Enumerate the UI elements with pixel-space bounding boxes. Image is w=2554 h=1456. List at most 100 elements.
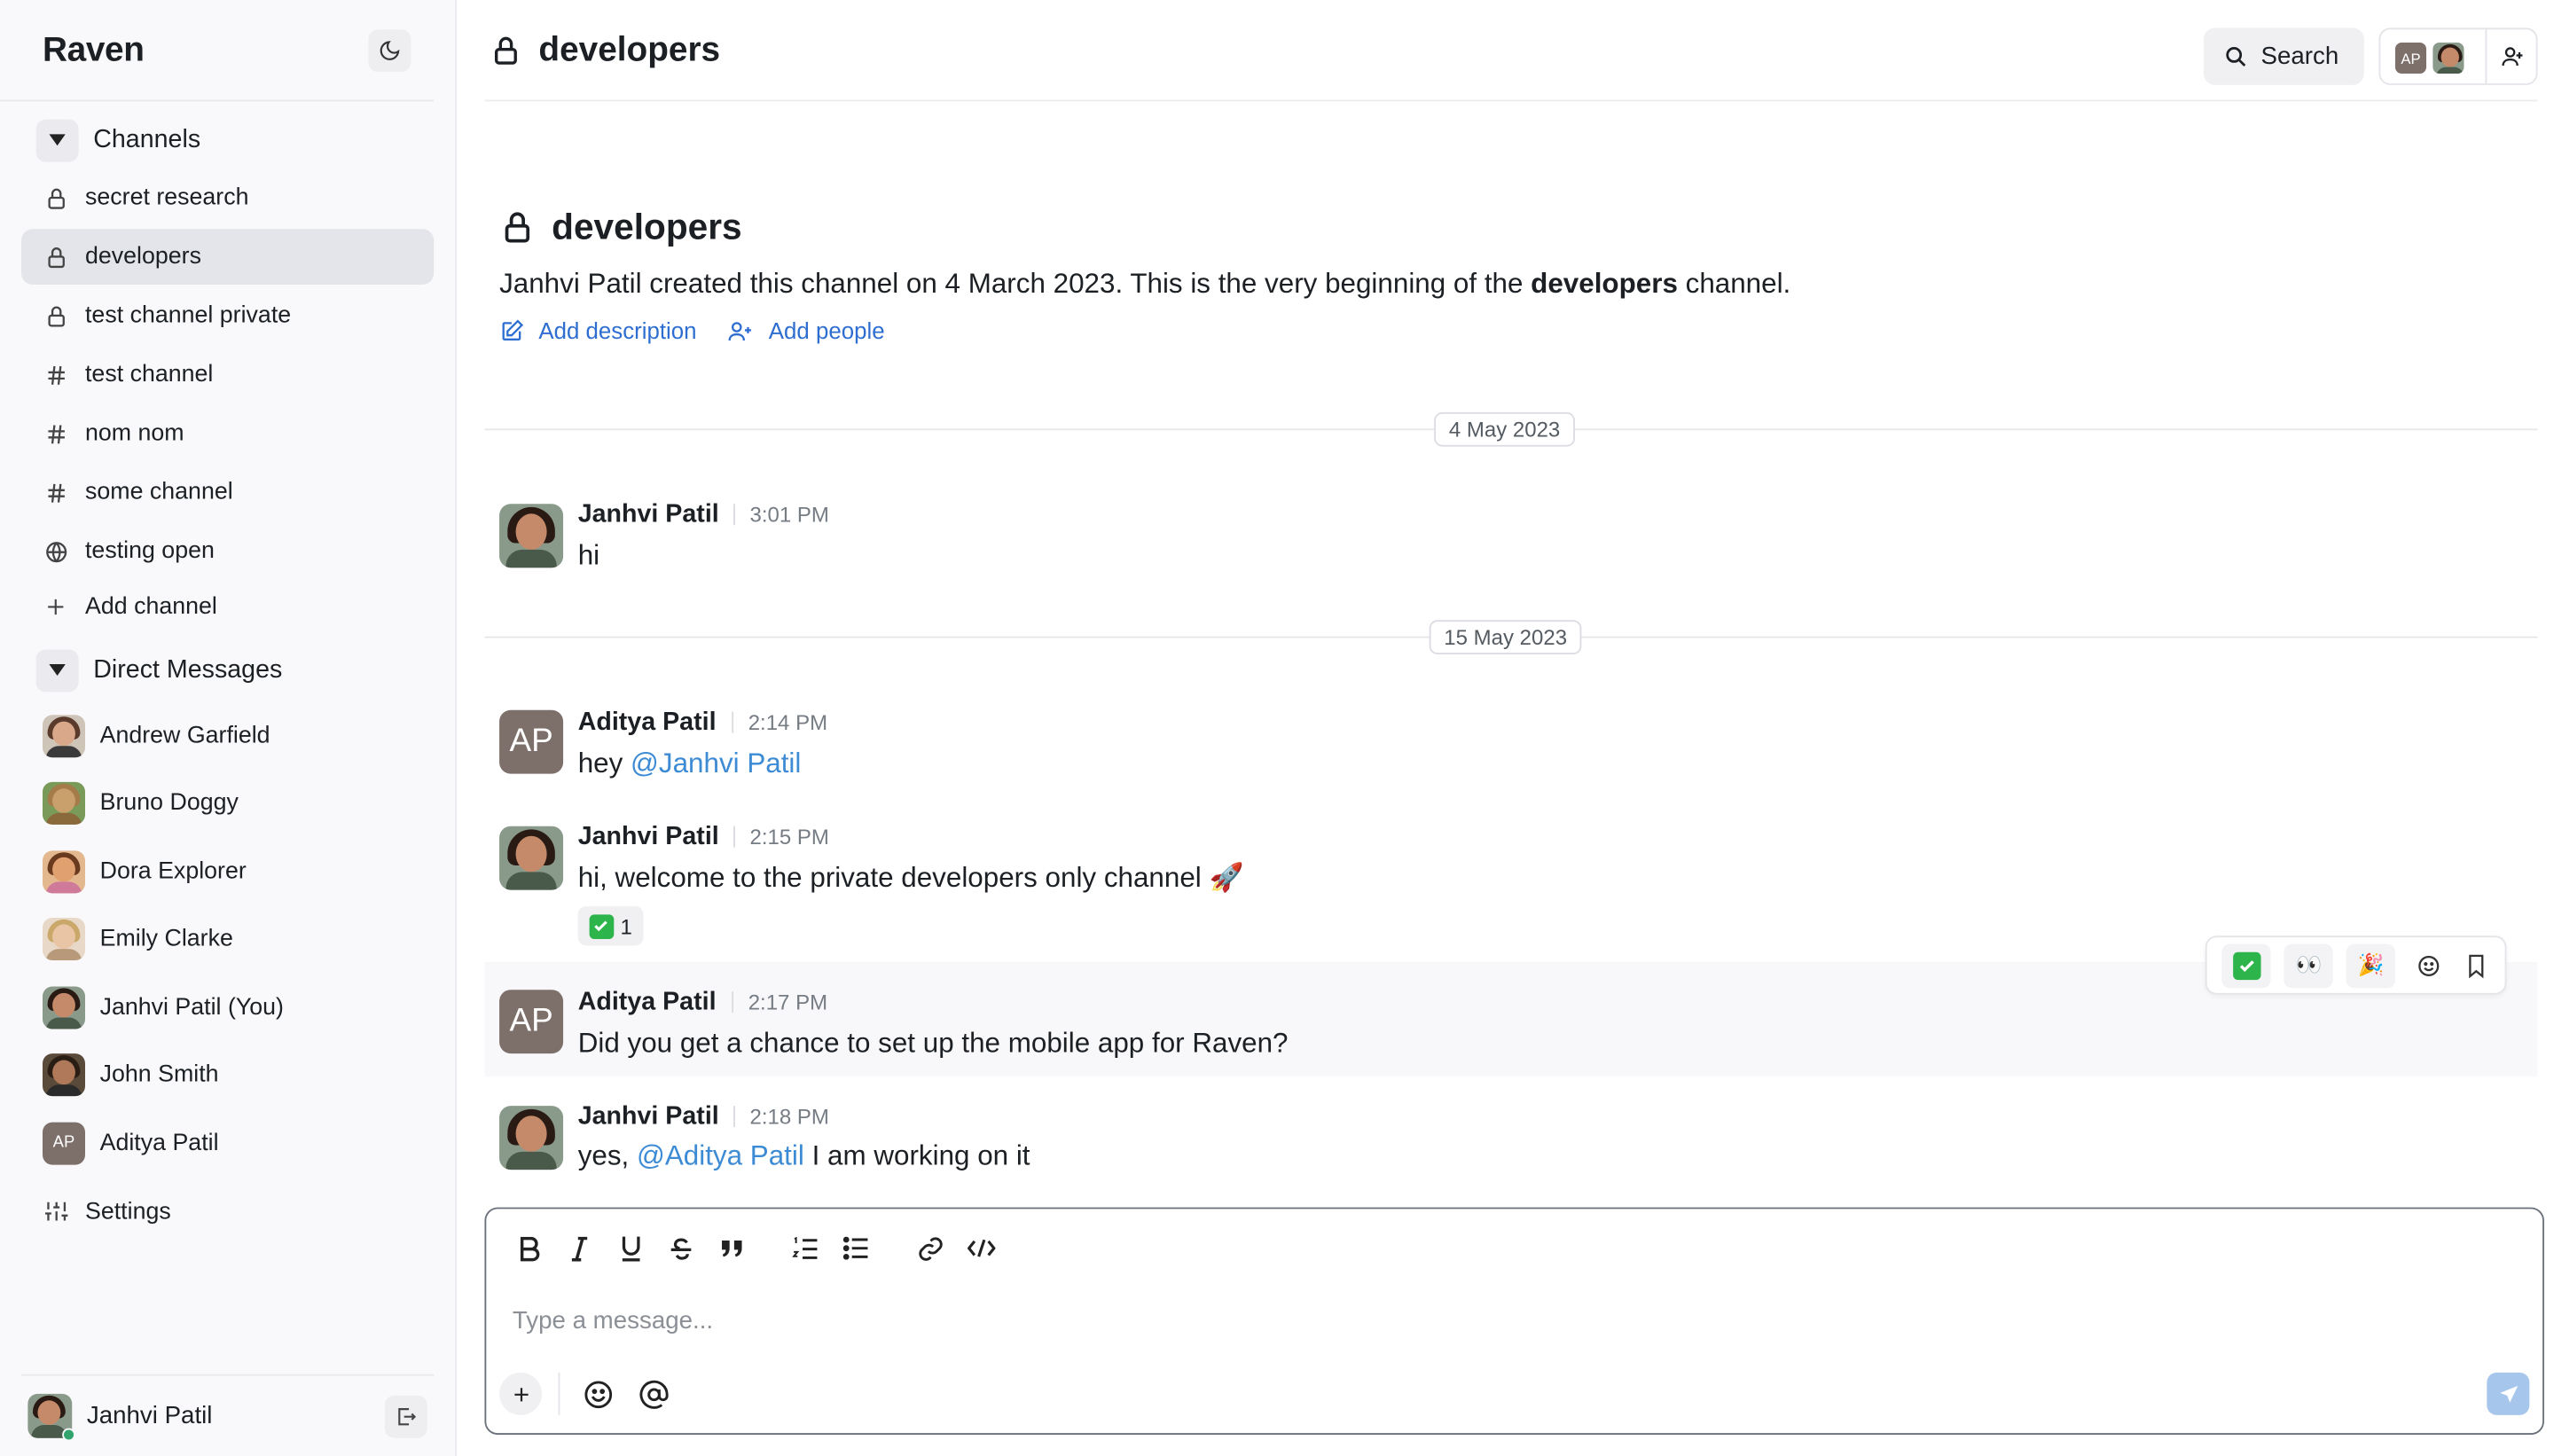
message-composer[interactable]: Type a message... bbox=[484, 1207, 2544, 1436]
message-timestamp: 2:18 PM bbox=[733, 1106, 829, 1128]
sidebar-dm-andrew-garfield[interactable]: Andrew Garfield bbox=[21, 701, 434, 770]
current-user-avatar[interactable] bbox=[27, 1393, 75, 1442]
add-description-button[interactable]: Add description bbox=[499, 317, 697, 343]
intro-desc-channel: developers bbox=[1531, 268, 1678, 300]
avatar[interactable] bbox=[499, 826, 564, 890]
members-button[interactable]: AP bbox=[2378, 27, 2538, 85]
member-avatar: AP bbox=[2393, 41, 2428, 75]
mention-button[interactable] bbox=[635, 1376, 671, 1413]
ordered-list-icon bbox=[792, 1235, 818, 1259]
react-eyes-button[interactable]: 👀 bbox=[2284, 943, 2334, 988]
bold-icon bbox=[520, 1235, 539, 1261]
react-check-button[interactable] bbox=[2221, 943, 2271, 988]
sidebar-channel-some-channel[interactable]: some channel bbox=[21, 465, 434, 521]
message-item[interactable]: AP Aditya Patil 2:14 PM hey @Janhvi Pati… bbox=[484, 699, 2537, 797]
message-actions-toolbar: 👀 🎉 bbox=[2205, 935, 2507, 995]
bookmark-icon bbox=[2468, 953, 2484, 978]
add-user-icon[interactable] bbox=[2500, 44, 2525, 69]
quote-button[interactable] bbox=[716, 1232, 748, 1264]
date-label: 15 May 2023 bbox=[1429, 620, 1582, 654]
add-reaction-button[interactable] bbox=[2409, 943, 2447, 988]
channel-title: developers bbox=[538, 30, 721, 68]
sidebar-item-label: developers bbox=[85, 243, 201, 270]
date-label: 4 May 2023 bbox=[1434, 411, 1575, 447]
emoji-button[interactable] bbox=[580, 1376, 616, 1413]
avatar[interactable]: AP bbox=[499, 990, 564, 1054]
theme-toggle-button[interactable] bbox=[368, 28, 411, 72]
code-icon bbox=[967, 1239, 995, 1257]
message-input-placeholder[interactable]: Type a message... bbox=[513, 1307, 713, 1335]
message-author[interactable]: Aditya Patil bbox=[578, 708, 717, 738]
bold-button[interactable] bbox=[513, 1232, 545, 1264]
channels-collapse-button[interactable] bbox=[35, 119, 79, 162]
reaction-badge[interactable]: 1 bbox=[577, 906, 644, 946]
message-text: hi, welcome to the private developers on… bbox=[577, 862, 1244, 894]
date-separator: 15 May 2023 bbox=[484, 620, 2538, 654]
intro-title-row: developers bbox=[499, 206, 1790, 248]
add-people-button[interactable]: Add people bbox=[726, 317, 885, 344]
direct-messages-section-header[interactable]: Direct Messages bbox=[0, 645, 455, 697]
save-message-button[interactable] bbox=[2457, 943, 2495, 988]
sidebar-dm-dora-explorer[interactable]: Dora Explorer bbox=[21, 838, 434, 906]
intro-title: developers bbox=[552, 206, 742, 247]
sidebar-dm-emily-clarke[interactable]: Emily Clarke bbox=[21, 905, 434, 974]
message-item[interactable]: Janhvi Patil 2:18 PM yes, @Aditya Patil … bbox=[484, 1092, 2537, 1191]
add-people-label: Add people bbox=[768, 317, 885, 344]
strikethrough-button[interactable] bbox=[665, 1232, 698, 1264]
date-separator: 4 May 2023 bbox=[484, 411, 2538, 447]
avatar[interactable] bbox=[499, 504, 564, 568]
message-timestamp: 2:14 PM bbox=[732, 711, 827, 733]
member-avatar bbox=[2431, 41, 2466, 75]
strikethrough-icon bbox=[670, 1237, 692, 1259]
dm-collapse-button[interactable] bbox=[35, 649, 79, 693]
check-emoji-icon bbox=[589, 913, 615, 939]
avatar bbox=[43, 714, 85, 757]
search-icon bbox=[2226, 47, 2246, 67]
sidebar-dm-bruno-doggy[interactable]: Bruno Doggy bbox=[21, 770, 434, 838]
edit-icon bbox=[502, 318, 524, 341]
at-sign-icon bbox=[638, 1379, 668, 1408]
message-item[interactable]: Janhvi Patil 3:01 PM hi bbox=[484, 490, 2537, 589]
link-button[interactable] bbox=[913, 1232, 946, 1264]
hash-icon bbox=[43, 362, 69, 388]
avatar[interactable] bbox=[499, 1106, 564, 1170]
sidebar-channel-test-channel-private[interactable]: test channel private bbox=[21, 288, 434, 344]
message-author[interactable]: Janhvi Patil bbox=[578, 501, 719, 530]
sidebar-settings[interactable]: Settings bbox=[21, 1184, 434, 1240]
bullet-list-button[interactable] bbox=[840, 1232, 873, 1264]
react-party-button[interactable]: 🎉 bbox=[2346, 943, 2396, 988]
message-author[interactable]: Janhvi Patil bbox=[578, 823, 719, 852]
message-text: yes, @Aditya Patil I am working on it bbox=[578, 1140, 1030, 1173]
logout-button[interactable] bbox=[384, 1394, 427, 1437]
add-channel-button[interactable]: Add channel bbox=[21, 583, 434, 631]
italic-button[interactable] bbox=[563, 1232, 596, 1264]
user-mention[interactable]: @Aditya Patil bbox=[637, 1140, 804, 1171]
intro-desc-suffix: channel. bbox=[1677, 268, 1791, 300]
avatar[interactable]: AP bbox=[499, 709, 564, 774]
online-status-dot bbox=[62, 1428, 75, 1442]
plus-icon bbox=[43, 594, 69, 621]
sidebar-channel-nom-nom[interactable]: nom nom bbox=[21, 406, 434, 462]
message-author[interactable]: Janhvi Patil bbox=[578, 1102, 719, 1131]
sidebar-dm-aditya-patil[interactable]: AP Aditya Patil bbox=[21, 1109, 434, 1178]
channel-view: developers Search AP developers Janhvi P… bbox=[457, 0, 2554, 1456]
user-mention[interactable]: @Janhvi Patil bbox=[631, 748, 801, 779]
send-button[interactable] bbox=[2487, 1372, 2530, 1415]
add-user-icon bbox=[727, 321, 751, 341]
sidebar-channel-secret-research[interactable]: secret research bbox=[21, 170, 434, 226]
attach-file-button[interactable] bbox=[499, 1372, 543, 1415]
search-button[interactable]: Search bbox=[2203, 27, 2364, 85]
channels-section-header[interactable]: Channels bbox=[0, 114, 455, 167]
sidebar-item-label: secret research bbox=[85, 184, 249, 211]
dm-heading: Direct Messages bbox=[93, 655, 283, 685]
sidebar-dm-janhvi-patil[interactable]: Janhvi Patil (You) bbox=[21, 974, 434, 1042]
message-author[interactable]: Aditya Patil bbox=[578, 988, 717, 1017]
sidebar-channel-test-channel[interactable]: test channel bbox=[21, 347, 434, 403]
sidebar-item-label: nom nom bbox=[85, 420, 184, 447]
underline-button[interactable] bbox=[614, 1232, 646, 1264]
sidebar-dm-john-smith[interactable]: John Smith bbox=[21, 1041, 434, 1109]
code-button[interactable] bbox=[964, 1232, 997, 1264]
sidebar-channel-developers[interactable]: developers bbox=[21, 229, 435, 286]
ordered-list-button[interactable] bbox=[789, 1232, 822, 1264]
sidebar-channel-testing-open[interactable]: testing open bbox=[21, 523, 434, 579]
